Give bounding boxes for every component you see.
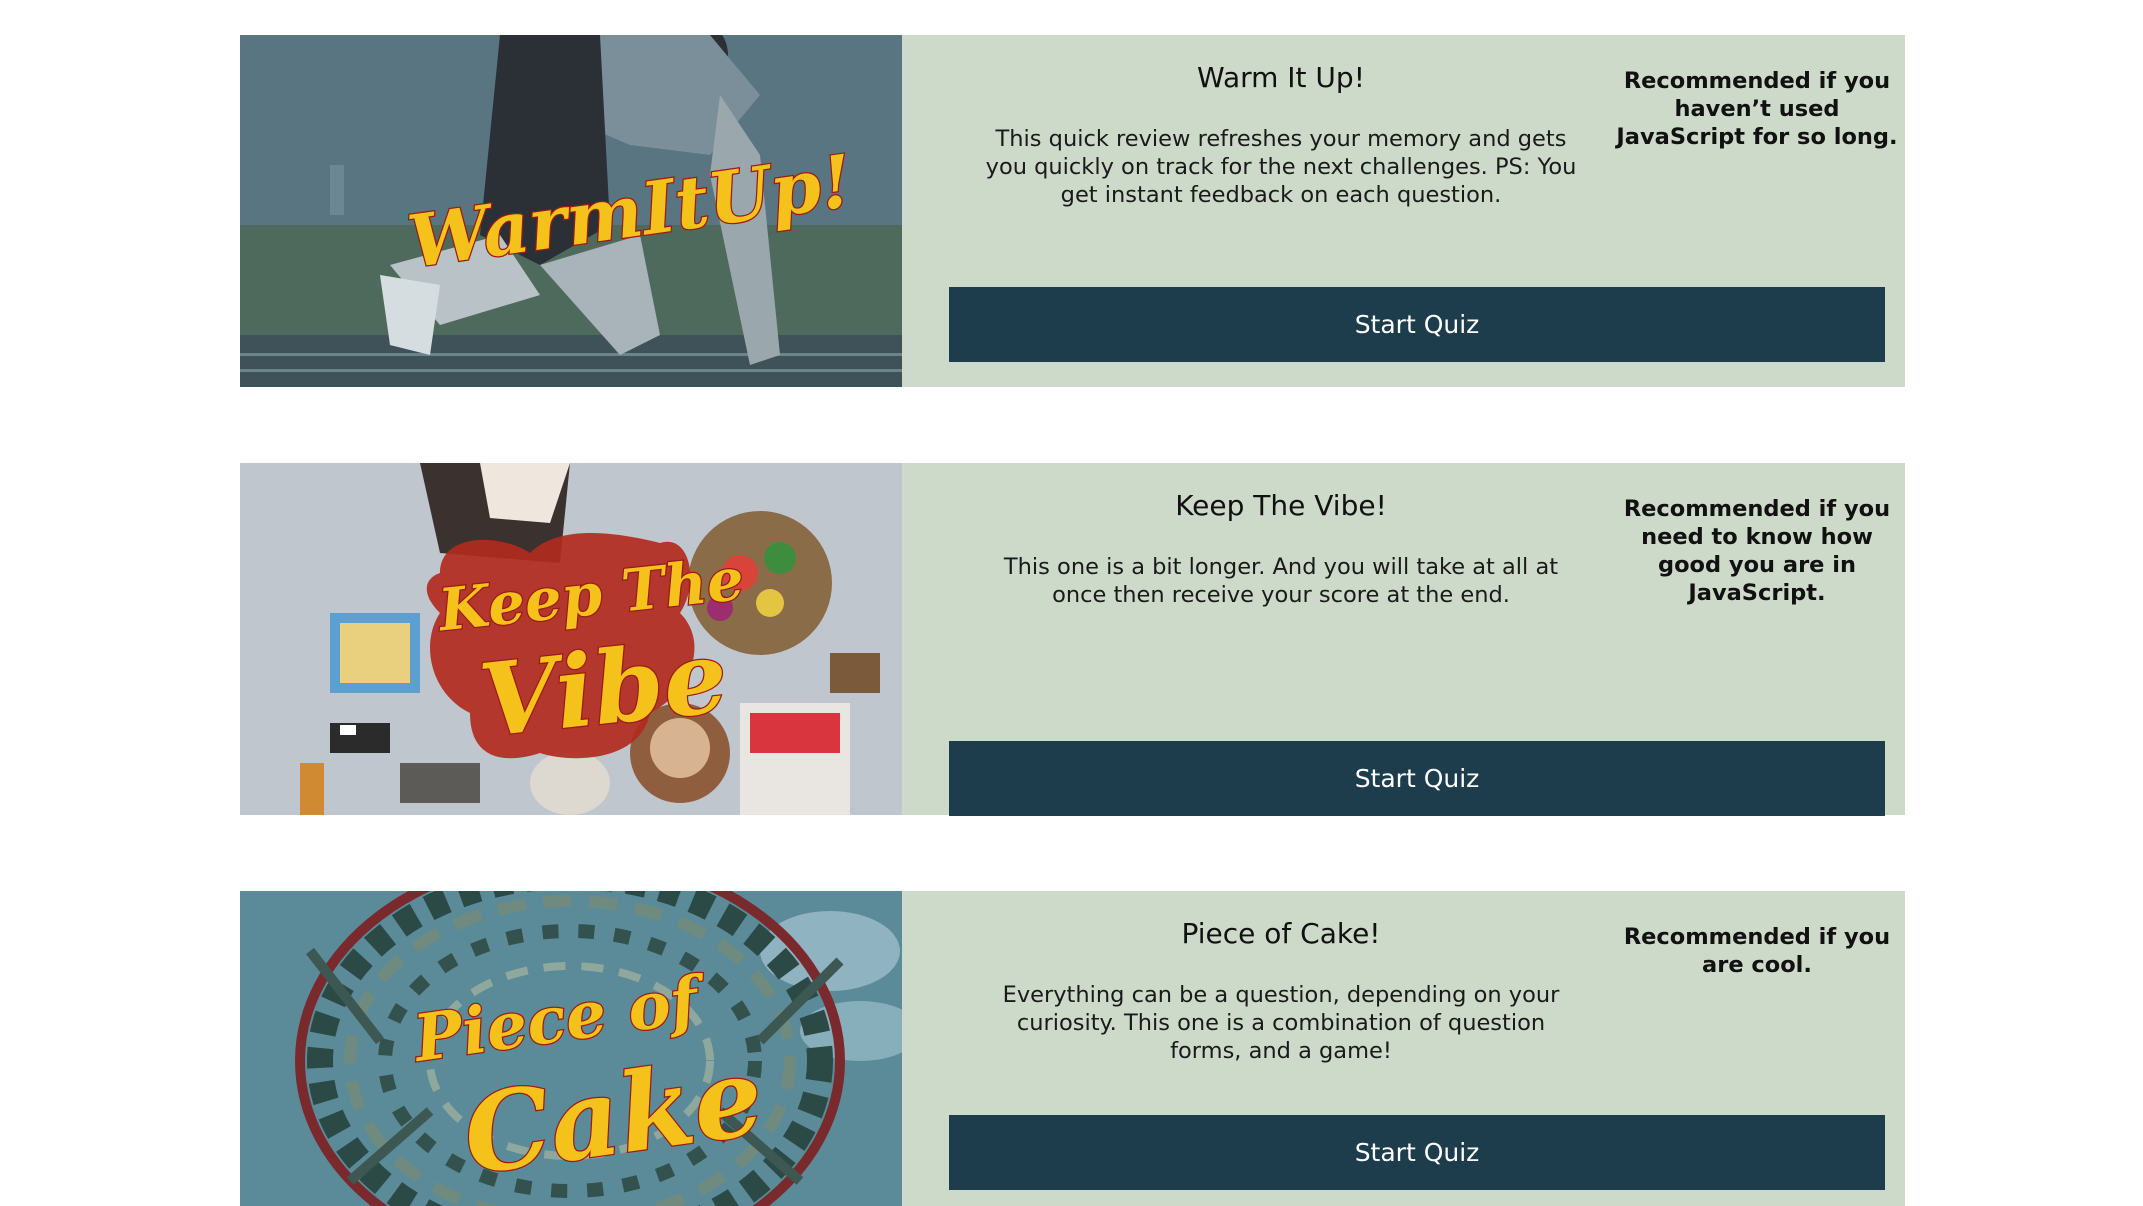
keep-the-vibe-logo-line2: Vibe (474, 617, 732, 760)
start-quiz-button-warm-it-up[interactable]: Start Quiz (949, 287, 1885, 362)
card-recommendation: Recommended if you need to know how good… (1623, 496, 1891, 606)
card-description: This one is a bit longer. And you will t… (1003, 554, 1559, 608)
card-description: Everything can be a question, depending … (1002, 982, 1560, 1064)
quiz-list-page: WarmItUp! Warm It Up! This quick review … (0, 0, 2143, 1206)
quiz-card-piece-of-cake: Piece of Cake Piece of Cake! Everything … (240, 891, 1905, 1206)
start-quiz-button-keep-the-vibe[interactable]: Start Quiz (949, 741, 1885, 816)
piece-of-cake-image: Piece of Cake (240, 891, 902, 1206)
card-body: Warm It Up! This quick review refreshes … (902, 35, 1905, 387)
card-recommendation: Recommended if you haven’t used JavaScri… (1616, 68, 1898, 150)
warm-it-up-logo-text: WarmItUp! (403, 138, 858, 284)
piece-of-cake-logo: Piece of Cake (406, 960, 771, 1201)
keep-the-vibe-image: Keep The Vibe (240, 463, 902, 815)
quiz-card-keep-the-vibe: Keep The Vibe Keep The Vibe! This one is… (240, 463, 1905, 816)
card-title: Piece of Cake! (1181, 917, 1381, 950)
quiz-card-warm-it-up: WarmItUp! Warm It Up! This quick review … (240, 35, 1905, 387)
card-body: Piece of Cake! Everything can be a quest… (902, 891, 1905, 1206)
card-description: This quick review refreshes your memory … (985, 126, 1577, 208)
card-title: Keep The Vibe! (1175, 489, 1387, 522)
card-body: Keep The Vibe! This one is a bit longer.… (902, 463, 1905, 816)
start-quiz-button-piece-of-cake[interactable]: Start Quiz (949, 1115, 1885, 1190)
card-title: Warm It Up! (1197, 61, 1365, 94)
card-recommendation: Recommended if you are cool. (1623, 924, 1891, 978)
warm-it-up-image: WarmItUp! (240, 35, 902, 387)
warm-it-up-logo: WarmItUp! (402, 137, 859, 286)
keep-the-vibe-logo: Keep The Vibe (426, 533, 748, 761)
